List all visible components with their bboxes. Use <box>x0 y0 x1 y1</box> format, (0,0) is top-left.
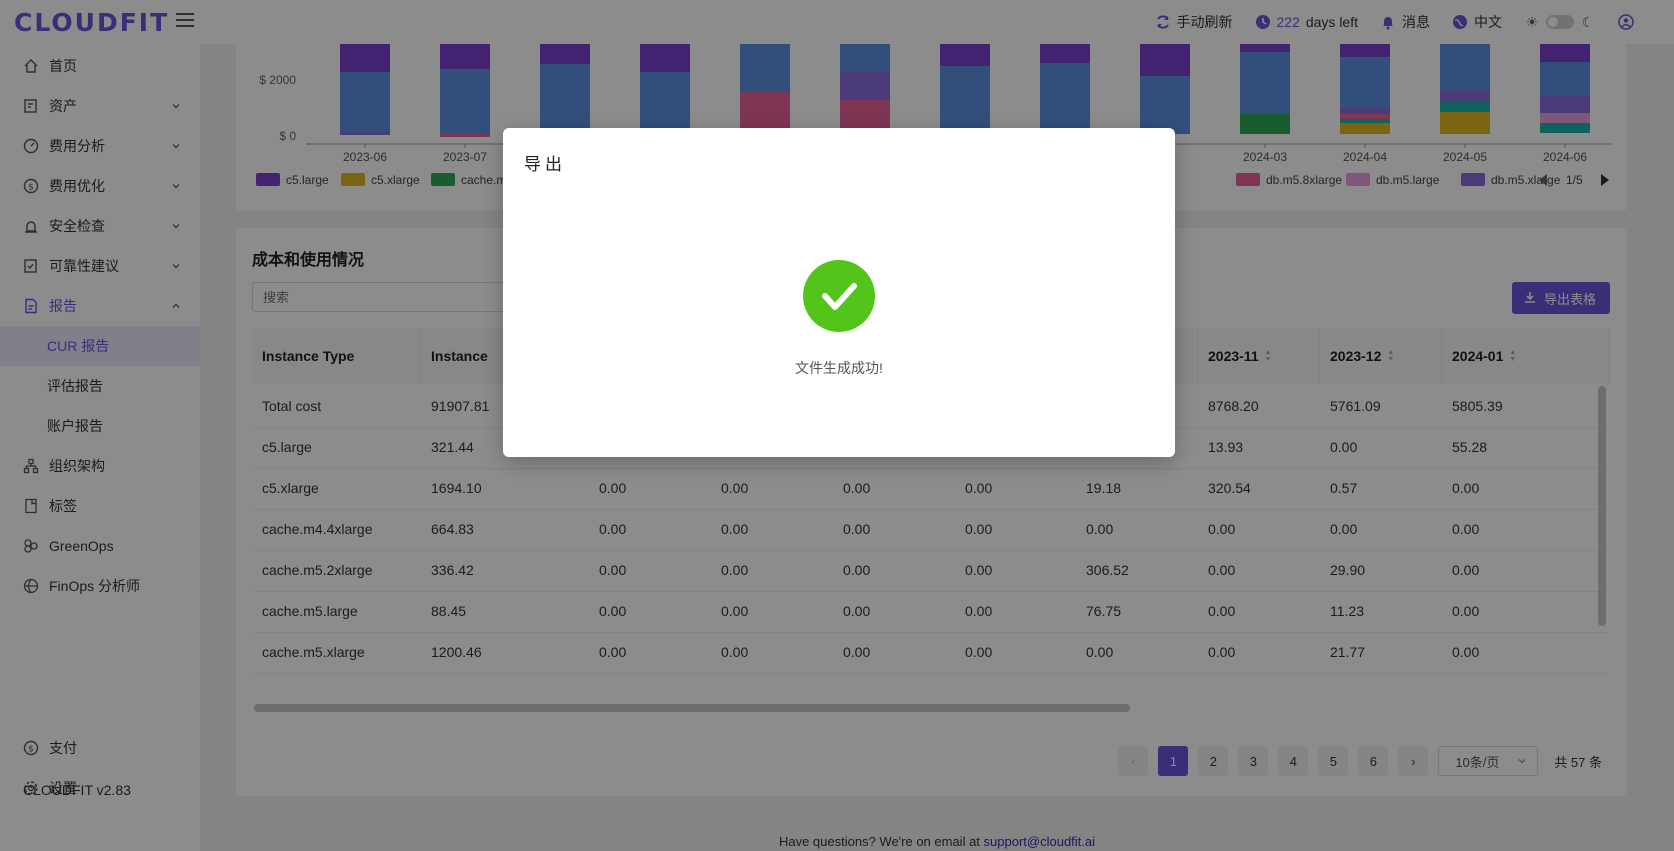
success-check-icon <box>803 260 875 332</box>
modal-message: 文件生成成功! <box>795 360 883 376</box>
modal-title: 导出 <box>524 155 566 174</box>
export-modal: 导出 文件生成成功! <box>503 128 1175 457</box>
